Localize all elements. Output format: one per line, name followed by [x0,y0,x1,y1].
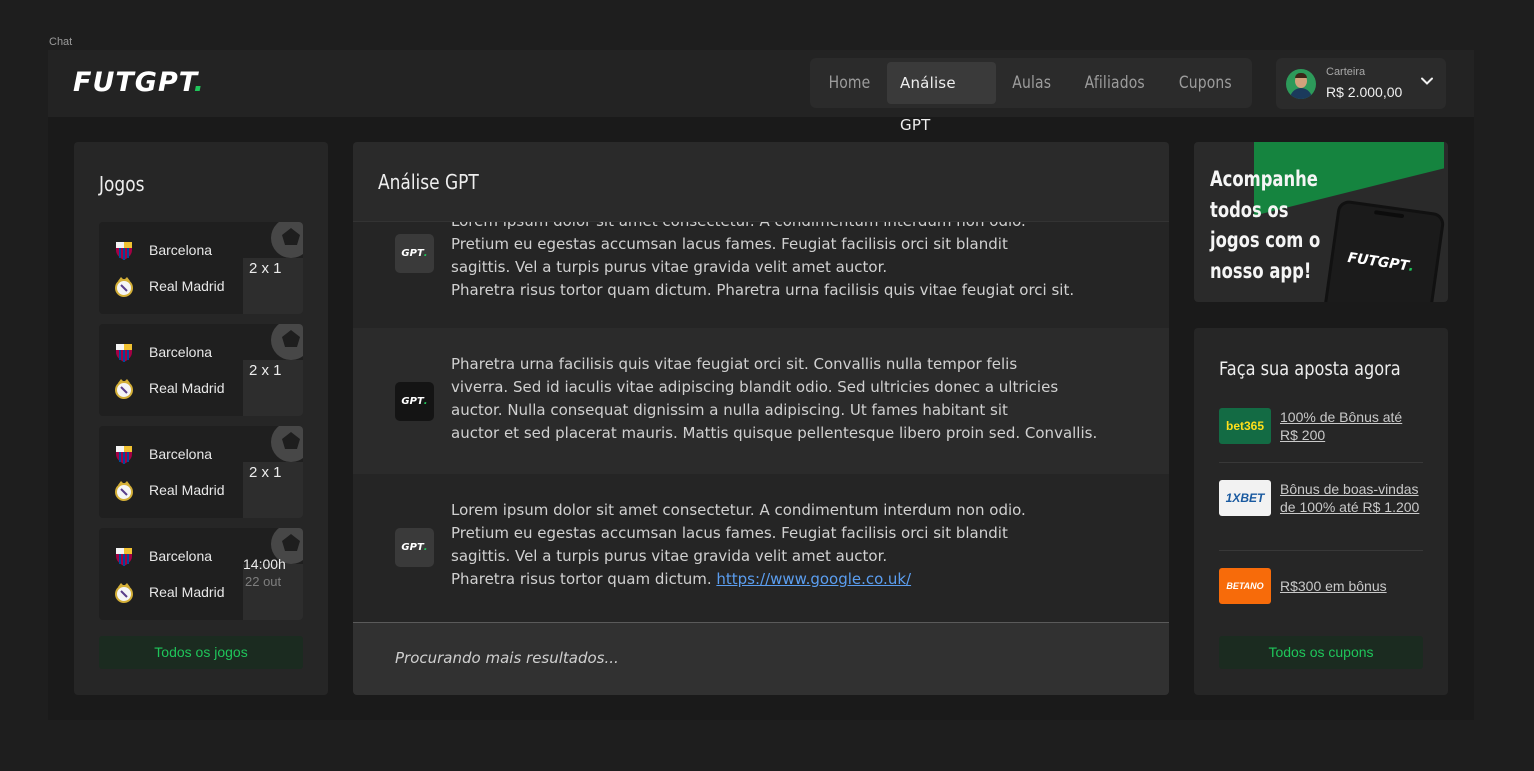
real-madrid-crest-icon [115,481,133,501]
away-team-name: Real Madrid [149,278,225,294]
home-team: Barcelona [113,443,212,465]
frame-label: Chat [49,36,73,48]
1xbet-logo: 1XBET [1219,480,1271,516]
message-text: Pharetra urna facilisis quis vitae feugi… [451,355,1098,442]
top-bar: FUTGPT. Home Análise GPT Aulas Afiliados… [48,50,1474,134]
game-card[interactable]: Barcelona Real Madrid 14:00h 22 out [99,528,303,620]
main-nav: Home Análise GPT Aulas Afiliados Cupons [810,58,1252,134]
bet-offer-1xbet[interactable]: 1XBET Bônus de boas-vindas de 100% até R… [1219,480,1423,516]
away-team-name: Real Madrid [149,380,225,396]
match-date: 22 out [245,574,282,589]
match-score: 2 x 1 [249,260,282,277]
bet-offer-link[interactable]: R$300 em bônus [1280,577,1387,595]
game-card[interactable]: Barcelona Real Madrid 2 x 1 [99,324,303,416]
away-team: Real Madrid [113,275,224,297]
gpt-avatar-icon: GPT. [395,528,434,567]
message-text: Lorem ipsum dolor sit amet consectetur. … [451,212,1075,299]
nav-cupons[interactable]: Cupons [1171,62,1240,104]
wallet-dropdown[interactable]: Carteira R$ 2.000,00 [1276,58,1446,109]
real-madrid-crest-icon [115,379,133,399]
divider [1219,550,1423,551]
logo-text: FUTGPT [73,67,194,98]
home-team-name: Barcelona [149,548,213,564]
phone-mockup: FUTGPT. [1322,199,1446,302]
gpt-avatar-icon: GPT. [395,234,434,273]
avatar [1286,69,1316,99]
real-madrid-crest-icon [115,277,133,297]
wallet-balance: R$ 2.000,00 [1326,84,1403,100]
bet-offer-betano[interactable]: BETANO R$300 em bônus [1219,568,1423,604]
home-team: Barcelona [113,341,212,363]
promo-text: Acompanhe todos os jogos com o nosso app… [1210,167,1321,283]
away-team: Real Madrid [113,479,224,501]
gpt-icon-dot: . [423,542,428,553]
gpt-icon-dot: . [423,248,428,259]
betano-logo: BETANO [1219,568,1271,604]
all-coupons-button[interactable]: Todos os cupons [1219,636,1423,669]
bets-title: Faça sua aposta agora [1219,358,1401,380]
match-score: 2 x 1 [249,464,282,481]
app-promo-banner[interactable]: Acompanhe todos os jogos com o nosso app… [1194,142,1448,302]
gpt-avatar-icon: GPT. [395,382,434,421]
bet365-logo: bet365 [1219,408,1271,444]
loading-status: Procurando mais resultados... [395,649,619,667]
home-team: Barcelona [113,239,212,261]
match-score: 2 x 1 [249,362,282,379]
nav-afiliados[interactable]: Afiliados [1076,62,1153,104]
wallet-label: Carteira [1326,66,1366,78]
nav-analise-gpt[interactable]: Análise GPT [887,62,997,134]
chat-panel: Análise GPT GPT. Lorem ipsum dolor sit a… [353,142,1169,695]
home-team: Barcelona [113,545,212,567]
nav-aulas[interactable]: Aulas [1005,62,1060,104]
bet-offer-link[interactable]: 100% de Bônus até R$ 200 [1280,408,1423,444]
logo-dot: . [193,67,205,98]
home-team-name: Barcelona [149,344,213,360]
away-team: Real Madrid [113,581,224,603]
away-team-name: Real Madrid [149,584,225,600]
game-card[interactable]: Barcelona Real Madrid 2 x 1 [99,222,303,314]
chat-message: GPT. Lorem ipsum dolor sit amet consecte… [353,474,1169,622]
nav-home[interactable]: Home [820,62,878,104]
message-link[interactable]: https://www.google.co.uk/ [716,570,911,588]
app-window: FUTGPT. Home Análise GPT Aulas Afiliados… [48,50,1474,720]
away-team-name: Real Madrid [149,482,225,498]
barcelona-crest-icon [116,548,132,566]
gpt-icon-dot: . [423,396,428,407]
bet-offer-bet365[interactable]: bet365 100% de Bônus até R$ 200 [1219,408,1423,444]
phone-logo: FUTGPT. [1346,249,1416,276]
real-madrid-crest-icon [115,583,133,603]
all-games-button[interactable]: Todos os jogos [99,636,303,669]
away-team: Real Madrid [113,377,224,399]
games-panel: Jogos Barcelona Real Madrid 2 x 1 Barcel… [74,142,328,695]
message-text: Lorem ipsum dolor sit amet consectetur. … [451,501,1026,588]
bet-offer-link[interactable]: Bônus de boas-vindas de 100% até R$ 1.20… [1280,480,1423,516]
barcelona-crest-icon [116,242,132,260]
home-team-name: Barcelona [149,242,213,258]
match-time: 14:00h [243,556,286,572]
divider [1219,462,1423,463]
games-title: Jogos [99,172,145,196]
chevron-down-icon [1421,77,1433,85]
barcelona-crest-icon [116,344,132,362]
home-team-name: Barcelona [149,446,213,462]
chat-header: Análise GPT [353,142,1169,222]
chat-status-bar: Procurando mais resultados... [353,622,1169,695]
futgpt-logo[interactable]: FUTGPT. [73,67,205,98]
chat-message: GPT. Pharetra urna facilisis quis vitae … [353,328,1169,474]
barcelona-crest-icon [116,446,132,464]
game-card[interactable]: Barcelona Real Madrid 2 x 1 [99,426,303,518]
chat-title: Análise GPT [378,170,479,194]
bets-panel: Faça sua aposta agora bet365 100% de Bôn… [1194,328,1448,695]
